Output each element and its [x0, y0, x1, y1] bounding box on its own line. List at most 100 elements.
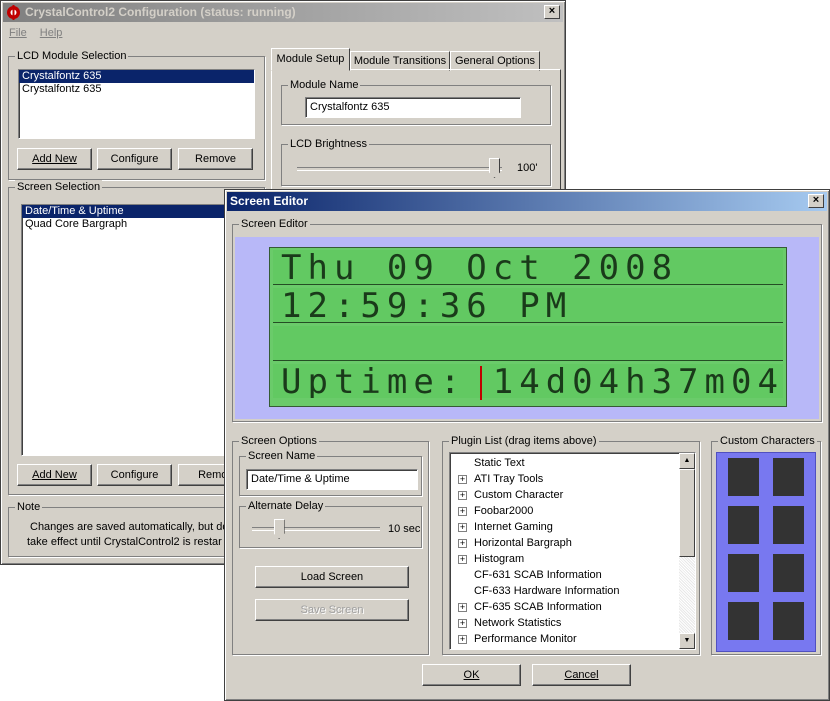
scroll-down-button[interactable]: ▼: [679, 633, 695, 649]
module-configure-button[interactable]: Configure: [97, 148, 172, 170]
custom-characters-panel: [716, 452, 816, 652]
plugin-item-label: ATI Tray Tools: [474, 473, 544, 485]
module-list-item[interactable]: Crystalfontz 635: [19, 83, 254, 96]
plugin-item-label: CF-631 SCAB Information: [474, 569, 602, 581]
plugin-item-label: Internet Gaming: [474, 521, 553, 533]
load-screen-button[interactable]: Load Screen: [255, 566, 409, 588]
screen-editor-group-label: Screen Editor: [239, 217, 310, 231]
plugin-item[interactable]: CF-631 SCAB Information: [450, 567, 679, 583]
plugin-scrollbar[interactable]: ▲ ▼: [679, 453, 695, 649]
main-titlebar[interactable]: CrystalControl2 Configuration (status: r…: [3, 3, 563, 22]
ok-button[interactable]: OK: [422, 664, 521, 686]
delay-slider-track: [252, 527, 380, 531]
module-name-input[interactable]: Crystalfontz 635: [305, 97, 521, 118]
lcd-display[interactable]: Thu 09 Oct 2008 12:59:36 PM Uptime: 14d0…: [269, 247, 787, 407]
plugin-item[interactable]: + Horizontal Bargraph: [450, 535, 679, 551]
expand-icon[interactable]: +: [458, 635, 467, 644]
menu-bar: File Help: [9, 25, 62, 41]
plugin-item[interactable]: + Custom Character: [450, 487, 679, 503]
plugin-tree-items: Static Text + ATI Tray Tools + Custom Charac…: [450, 455, 679, 647]
plugin-tree[interactable]: Static Text + ATI Tray Tools + Custom Charac…: [449, 452, 696, 650]
plugin-item[interactable]: + Histogram: [450, 551, 679, 567]
expand-icon[interactable]: +: [458, 555, 467, 564]
plugin-item[interactable]: + ATI Tray Tools: [450, 471, 679, 487]
tab-general-options[interactable]: General Options: [450, 51, 540, 71]
scroll-thumb[interactable]: [679, 469, 695, 557]
custom-char-slot[interactable]: [773, 458, 804, 496]
custom-characters-label: Custom Characters: [718, 434, 817, 448]
expand-icon[interactable]: +: [458, 619, 467, 628]
lcd-module-group: LCD Module Selection Crystalfontz 635 Cr…: [8, 49, 265, 180]
expand-icon[interactable]: +: [458, 491, 467, 500]
screen-name-input[interactable]: Date/Time & Uptime: [246, 469, 418, 490]
menu-help[interactable]: Help: [40, 27, 63, 39]
plugin-list-group: Plugin List (drag items above) Static Te…: [442, 434, 700, 655]
screen-options-group: Screen Options Screen Name Date/Time & U…: [232, 434, 429, 655]
expand-icon[interactable]: +: [458, 539, 467, 548]
plugin-item[interactable]: + Foobar2000: [450, 503, 679, 519]
editor-title: Screen Editor: [230, 194, 309, 208]
cancel-button[interactable]: Cancel: [532, 664, 631, 686]
custom-char-slot[interactable]: [728, 506, 759, 544]
expand-icon[interactable]: +: [458, 603, 467, 612]
screen-list-item[interactable]: Date/Time & Uptime: [22, 205, 252, 218]
screen-add-new-button[interactable]: Add New: [17, 464, 92, 486]
plugin-item[interactable]: + Internet Gaming: [450, 519, 679, 535]
expand-icon[interactable]: +: [458, 507, 467, 516]
module-name-group: Module Name Crystalfontz 635: [281, 78, 551, 125]
plugin-item-label: Performance Monitor: [474, 633, 577, 645]
plugin-item[interactable]: + Network Statistics: [450, 615, 679, 631]
brightness-value: 100': [517, 162, 538, 174]
menu-file[interactable]: File: [9, 27, 27, 39]
screen-list[interactable]: Date/Time & Uptime Quad Core Bargraph: [21, 204, 253, 456]
plugin-item-label: CF-635 SCAB Information: [474, 601, 602, 613]
scroll-up-button[interactable]: ▲: [679, 453, 695, 469]
module-remove-button[interactable]: Remove: [178, 148, 253, 170]
screen-name-label: Screen Name: [246, 449, 318, 463]
plugin-item-label: Network Statistics: [474, 617, 562, 629]
screen-editor-group: Screen Editor Thu 09 Oct 2008 12:59:36 P…: [232, 217, 822, 422]
save-screen-button[interactable]: Save Screen: [255, 599, 409, 621]
delay-slider[interactable]: [273, 519, 285, 539]
plugin-item-label: Horizontal Bargraph: [474, 537, 572, 549]
module-list[interactable]: Crystalfontz 635 Crystalfontz 635: [18, 69, 255, 139]
delay-value: 10 sec: [388, 523, 421, 535]
lcd-brightness-label: LCD Brightness: [288, 137, 370, 151]
plugin-item[interactable]: Static Text: [450, 455, 679, 471]
screen-name-group: Screen Name Date/Time & Uptime: [239, 449, 422, 496]
expand-icon[interactable]: +: [458, 475, 467, 484]
lcd-row-2: 12:59:36 PM: [273, 288, 783, 323]
lcd-row-4: Uptime: 14d04h37m04s: [273, 364, 783, 398]
screen-configure-button[interactable]: Configure: [97, 464, 172, 486]
plugin-item[interactable]: CF-633 Hardware Information: [450, 583, 679, 599]
editor-titlebar[interactable]: Screen Editor ×: [227, 192, 827, 211]
note-text-line-2: take effect until CrystalControl2 is res…: [27, 536, 222, 548]
custom-char-slot[interactable]: [773, 554, 804, 592]
tab-module-transitions[interactable]: Module Transitions: [350, 51, 450, 71]
brightness-slider-track: [297, 167, 502, 171]
module-name-label: Module Name: [288, 78, 361, 92]
plugin-item[interactable]: + Performance Monitor: [450, 631, 679, 647]
alternate-delay-label: Alternate Delay: [246, 499, 326, 513]
main-window-title: CrystalControl2 Configuration (status: r…: [25, 5, 296, 19]
lcd-module-group-label: LCD Module Selection: [15, 49, 129, 63]
plugin-list-label: Plugin List (drag items above): [449, 434, 599, 448]
editor-close-button[interactable]: ×: [808, 194, 824, 208]
module-list-item[interactable]: Crystalfontz 635: [19, 70, 254, 83]
tab-module-setup[interactable]: Module Setup: [271, 48, 350, 71]
custom-char-slot[interactable]: [728, 458, 759, 496]
main-close-button[interactable]: ×: [544, 5, 560, 19]
custom-char-slot[interactable]: [773, 602, 804, 640]
lcd-cursor: [480, 366, 482, 400]
plugin-item-label: Histogram: [474, 553, 525, 565]
expand-icon[interactable]: +: [458, 523, 467, 532]
custom-char-slot[interactable]: [728, 602, 759, 640]
app-icon: [6, 5, 21, 20]
custom-characters-group: Custom Characters: [711, 434, 821, 655]
module-add-new-button[interactable]: Add New: [17, 148, 92, 170]
custom-char-slot[interactable]: [728, 554, 759, 592]
custom-char-slot[interactable]: [773, 506, 804, 544]
plugin-item[interactable]: + CF-635 SCAB Information: [450, 599, 679, 615]
screen-list-item[interactable]: Quad Core Bargraph: [22, 218, 252, 231]
brightness-slider[interactable]: [489, 158, 500, 178]
